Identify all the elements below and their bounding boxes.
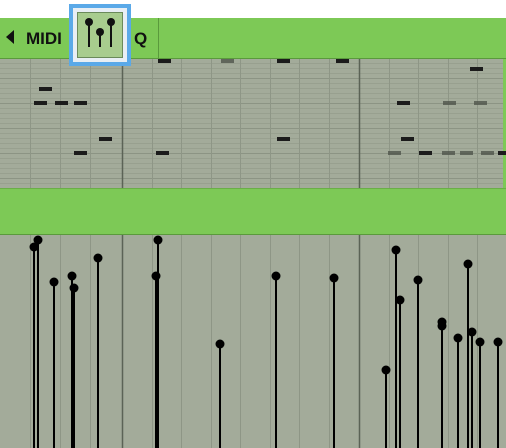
midi-note: [481, 151, 494, 155]
midi-back-button[interactable]: MIDI: [26, 29, 62, 49]
velocity-handle: [467, 327, 477, 337]
midi-note: [158, 59, 171, 63]
velocity-handle: [93, 253, 103, 263]
velocity-handle: [69, 283, 79, 293]
midi-note: [99, 137, 112, 141]
velocity-handle: [453, 333, 463, 343]
velocity-handle: [437, 321, 447, 331]
velocity-handle: [493, 337, 503, 347]
midi-note: [221, 59, 234, 63]
velocity-handle: [413, 275, 423, 285]
back-arrow-icon[interactable]: [6, 30, 14, 44]
midi-note: [55, 101, 68, 105]
velocity-handle: [271, 271, 281, 281]
velocity-handle: [153, 235, 163, 245]
midi-note: [474, 101, 487, 105]
midi-note: [388, 151, 401, 155]
lane-separator-bar[interactable]: [0, 188, 506, 235]
midi-note: [277, 137, 290, 141]
velocity-handle: [329, 273, 339, 283]
midi-note: [74, 151, 87, 155]
velocity-lane[interactable]: [0, 235, 506, 448]
piano-roll-canvas[interactable]: [0, 59, 506, 188]
midi-note: [419, 151, 432, 155]
midi-note: [470, 67, 483, 71]
midi-note: [74, 101, 87, 105]
velocity-handle: [151, 271, 161, 281]
midi-note: [277, 59, 290, 63]
velocity-lollipop-icon: [85, 18, 115, 47]
midi-note: [460, 151, 473, 155]
velocity-handle: [381, 365, 391, 375]
velocity-tool-button[interactable]: [69, 4, 131, 66]
midi-note: [336, 59, 349, 63]
velocity-lane-canvas[interactable]: [0, 235, 506, 448]
midi-note: [443, 101, 456, 105]
midi-note: [401, 137, 414, 141]
velocity-handle: [33, 235, 43, 245]
velocity-handle: [463, 259, 473, 269]
piano-roll-grid[interactable]: [0, 59, 506, 188]
midi-note: [498, 151, 506, 155]
midi-note: [156, 151, 169, 155]
midi-note: [397, 101, 410, 105]
velocity-tool-icon-bg: [77, 12, 123, 58]
midi-note: [34, 101, 47, 105]
toolbar-divider: [158, 18, 159, 58]
midi-note: [39, 87, 52, 91]
velocity-handle: [49, 277, 59, 287]
velocity-handle: [391, 245, 401, 255]
velocity-handle: [475, 337, 485, 347]
velocity-handle: [67, 271, 77, 281]
velocity-handle: [395, 295, 405, 305]
midi-editor: MIDI Q: [0, 0, 506, 448]
quantize-button[interactable]: Q: [134, 29, 147, 49]
velocity-handle: [215, 339, 225, 349]
midi-note: [442, 151, 455, 155]
